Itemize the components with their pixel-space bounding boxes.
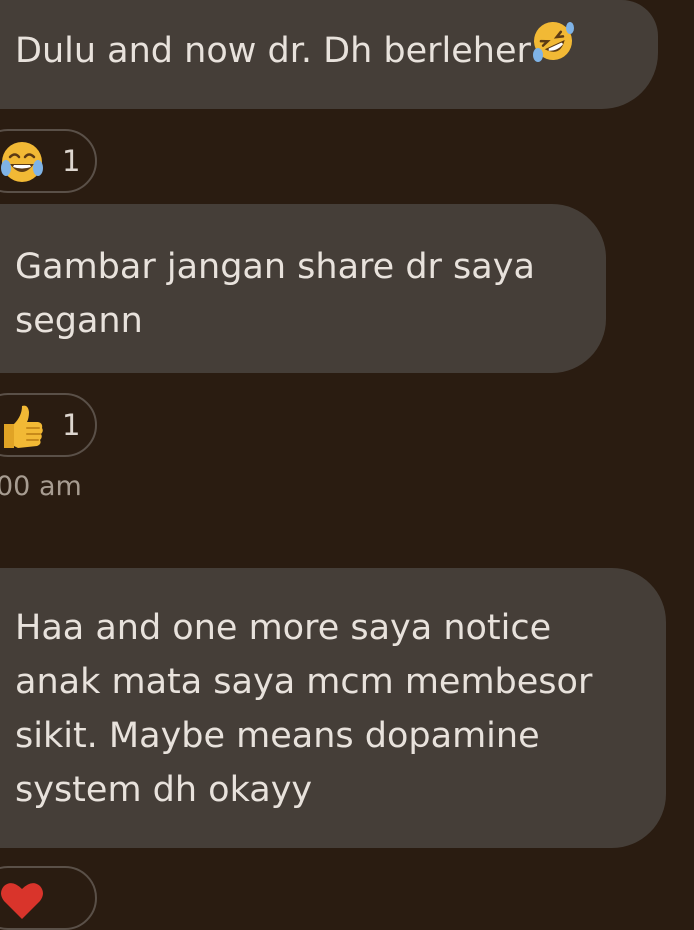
message-text-line: segann [15, 301, 143, 341]
message-text-line: Gambar jangan share dr saya [15, 247, 535, 287]
message-bubble[interactable]: Dulu and now dr. Dh berleher [0, 0, 658, 109]
red-heart-icon [0, 875, 46, 927]
reaction-chip[interactable]: 1 [0, 393, 97, 457]
message-timestamp: 00 am [0, 471, 82, 502]
message-text-line: Haa and one more saya notice [15, 608, 552, 648]
rolling-on-floor-laughing-icon [531, 19, 575, 79]
message-bubble[interactable]: Gambar jangan share dr saya segann [0, 204, 606, 373]
thumbs-up-icon [0, 402, 46, 456]
message-text: Dulu and now dr. Dh berleher [15, 31, 531, 71]
face-with-tears-of-joy-icon [0, 138, 46, 190]
message-bubble[interactable]: Haa and one more saya notice anak mata s… [0, 568, 666, 848]
reaction-chip[interactable] [0, 866, 97, 930]
reaction-count: 1 [62, 144, 81, 178]
message-text-line: anak mata saya mcm membesor [15, 662, 593, 702]
reaction-count: 1 [62, 408, 81, 442]
reaction-chip[interactable]: 1 [0, 129, 97, 193]
message-text-line: sikit. Maybe means dopamine [15, 716, 540, 756]
message-text-line: system dh okayy [15, 770, 313, 810]
